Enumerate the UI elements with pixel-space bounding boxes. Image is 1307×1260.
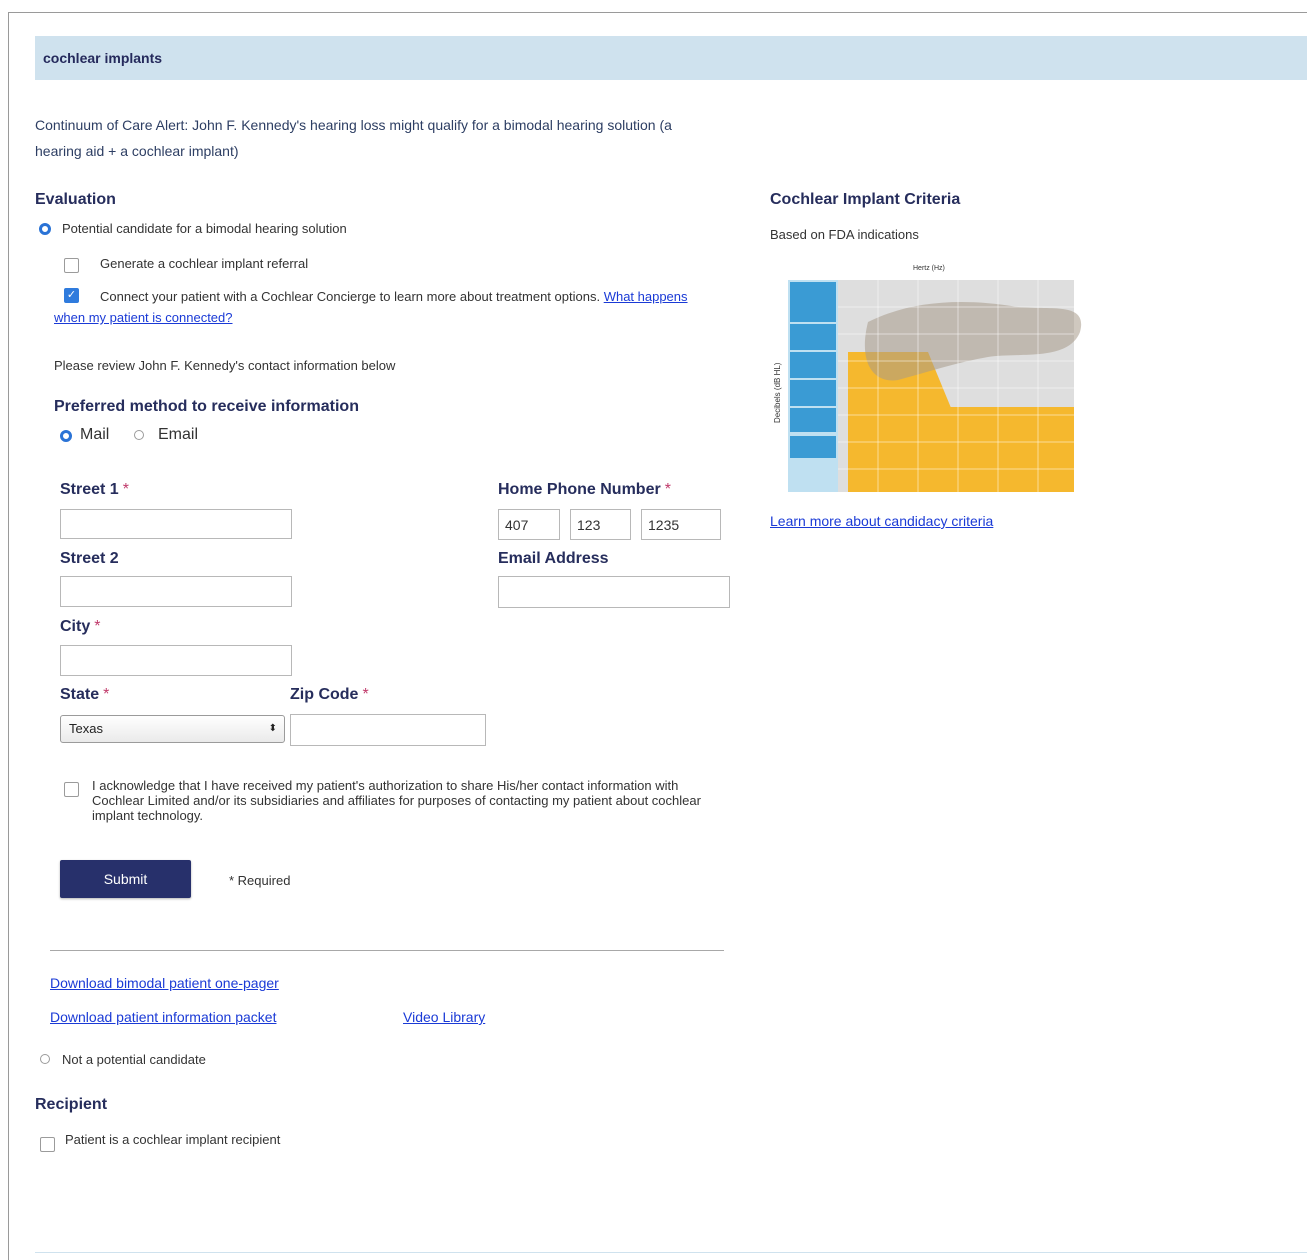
street1-label: Street 1 * [60, 481, 129, 498]
legend-band-2 [790, 324, 836, 350]
connect-concierge-label: Connect your patient with a Cochlear Con… [54, 286, 714, 328]
street2-label: Street 2 [60, 550, 119, 567]
bottom-divider [35, 1252, 1307, 1253]
legend-band-5 [790, 408, 836, 432]
recipient-checkbox[interactable] [40, 1137, 55, 1152]
evaluation-heading: Evaluation [35, 191, 116, 208]
section-title: cochlear implants [43, 50, 163, 66]
connect-concierge-text: Connect your patient with a Cochlear Con… [100, 289, 601, 304]
submit-button[interactable]: Submit [60, 860, 191, 898]
review-contact-text: Please review John F. Kennedy's contact … [54, 358, 396, 373]
legend-band-3 [790, 352, 836, 378]
chart-y-label: Decibels (dB HL) [773, 362, 782, 423]
recipient-label: Patient is a cochlear implant recipient [65, 1132, 281, 1147]
video-library-link[interactable]: Video Library [403, 1009, 485, 1025]
phone-label: Home Phone Number * [498, 481, 671, 498]
email-address-label: Email Address [498, 550, 609, 567]
zip-input[interactable] [290, 714, 486, 746]
phone-prefix-input[interactable] [570, 509, 631, 540]
zip-label: Zip Code * [290, 686, 369, 703]
email-address-input[interactable] [498, 576, 730, 608]
required-note: * Required [229, 873, 291, 888]
state-select[interactable]: Texas ⬍ [60, 715, 285, 743]
acknowledge-text: I acknowledge that I have received my pa… [92, 778, 701, 823]
candidate-label: Potential candidate for a bimodal hearin… [62, 221, 347, 236]
not-candidate-radio[interactable] [40, 1054, 50, 1064]
download-packet-link[interactable]: Download patient information packet [50, 1009, 276, 1025]
preferred-method-heading: Preferred method to receive information [54, 398, 359, 415]
state-value: Texas [69, 721, 103, 736]
recipient-heading: Recipient [35, 1096, 108, 1113]
state-label: State * [60, 686, 110, 703]
generate-referral-checkbox[interactable] [64, 258, 79, 273]
chart-y-label-wrap: Decibels (dB HL) [773, 345, 785, 425]
phone-line-input[interactable] [641, 509, 721, 540]
divider [50, 950, 724, 951]
chart-x-label: Hertz (Hz) [913, 265, 945, 272]
criteria-heading: Cochlear Implant Criteria [770, 191, 961, 208]
candidacy-audiogram-image: Hertz (Hz) [788, 262, 1088, 496]
city-label: City * [60, 618, 101, 635]
legend-band-1 [790, 282, 836, 322]
criteria-subtitle: Based on FDA indications [770, 227, 919, 242]
continuum-alert: Continuum of Care Alert: John F. Kennedy… [35, 117, 672, 159]
section-header: cochlear implants [35, 36, 1307, 80]
learn-more-link[interactable]: Learn more about candidacy criteria [770, 513, 993, 529]
candidate-radio[interactable] [39, 223, 51, 235]
email-method-label: Email [158, 426, 199, 443]
legend-band-6 [790, 436, 836, 458]
generate-referral-label: Generate a cochlear implant referral [100, 256, 309, 271]
street1-input[interactable] [60, 509, 292, 539]
mail-label: Mail [80, 426, 110, 443]
mail-radio[interactable] [60, 430, 72, 442]
page-frame [8, 12, 1307, 1260]
email-radio[interactable] [134, 430, 144, 440]
acknowledge-checkbox[interactable] [64, 782, 79, 797]
download-onepager-link[interactable]: Download bimodal patient one-pager [50, 975, 279, 991]
select-arrows-icon: ⬍ [268, 723, 277, 734]
phone-area-input[interactable] [498, 509, 560, 540]
city-input[interactable] [60, 645, 292, 676]
not-candidate-label: Not a potential candidate [62, 1052, 206, 1067]
street2-input[interactable] [60, 576, 292, 607]
legend-band-4 [790, 380, 836, 406]
